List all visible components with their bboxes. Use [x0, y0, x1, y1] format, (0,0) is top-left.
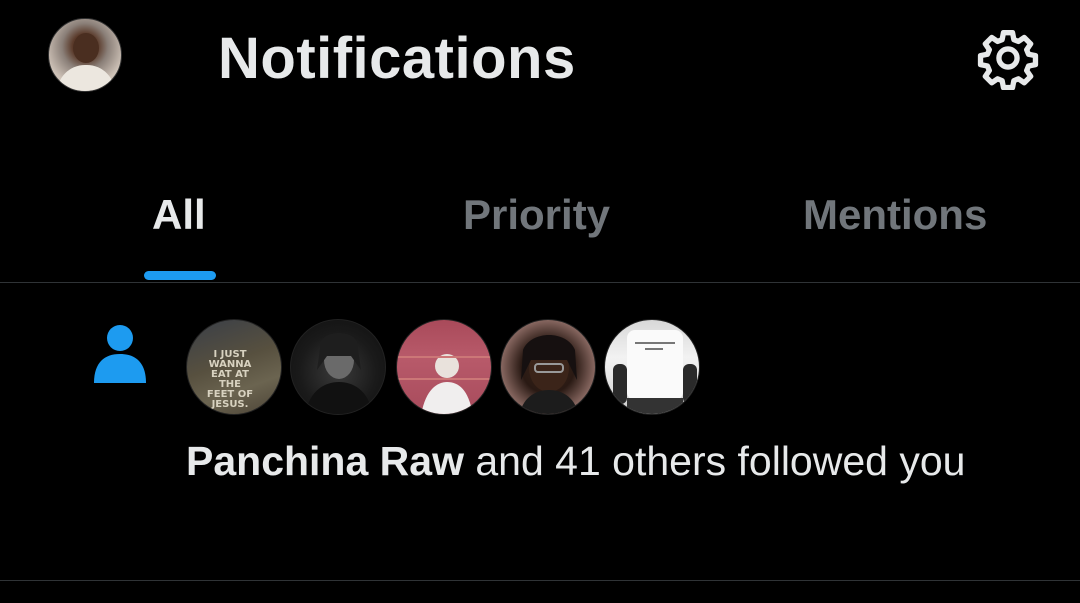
avatar-shirt — [57, 65, 115, 91]
notification-message: and 41 others followed you — [463, 438, 966, 484]
top-bar: Notifications — [0, 0, 1080, 120]
tab-all[interactable]: All — [152, 188, 206, 248]
follower-avatar[interactable] — [604, 319, 700, 415]
page-title: Notifications — [218, 26, 576, 91]
portrait-graphic — [305, 333, 373, 414]
profile-avatar[interactable] — [48, 18, 122, 92]
notification-text: Panchina Raw and 41 others followed you — [186, 431, 1006, 491]
follower-avatar[interactable] — [500, 319, 596, 415]
notification-tabs: All Priority Mentions — [0, 160, 1080, 283]
follower-name[interactable]: Panchina Raw — [186, 438, 464, 484]
follower-avatar[interactable] — [290, 319, 386, 415]
notification-item[interactable]: I JUST WANNA EAT AT THE FEET OF JESUS. P… — [0, 283, 1080, 581]
tab-mentions[interactable]: Mentions — [803, 188, 987, 248]
avatar-face — [73, 33, 99, 63]
avatar-shirt-text: I JUST WANNA EAT AT THE FEET OF JESUS. — [206, 349, 254, 410]
tab-priority[interactable]: Priority — [463, 188, 610, 248]
follower-avatar[interactable] — [396, 319, 492, 415]
gear-icon — [977, 30, 1039, 90]
active-tab-indicator — [144, 271, 216, 280]
portrait-graphic — [519, 335, 579, 414]
portrait-graphic — [397, 354, 491, 414]
person-icon — [94, 325, 146, 383]
settings-button[interactable] — [974, 24, 1042, 92]
portrait-graphic — [613, 330, 697, 414]
follower-avatar[interactable]: I JUST WANNA EAT AT THE FEET OF JESUS. — [186, 319, 282, 415]
